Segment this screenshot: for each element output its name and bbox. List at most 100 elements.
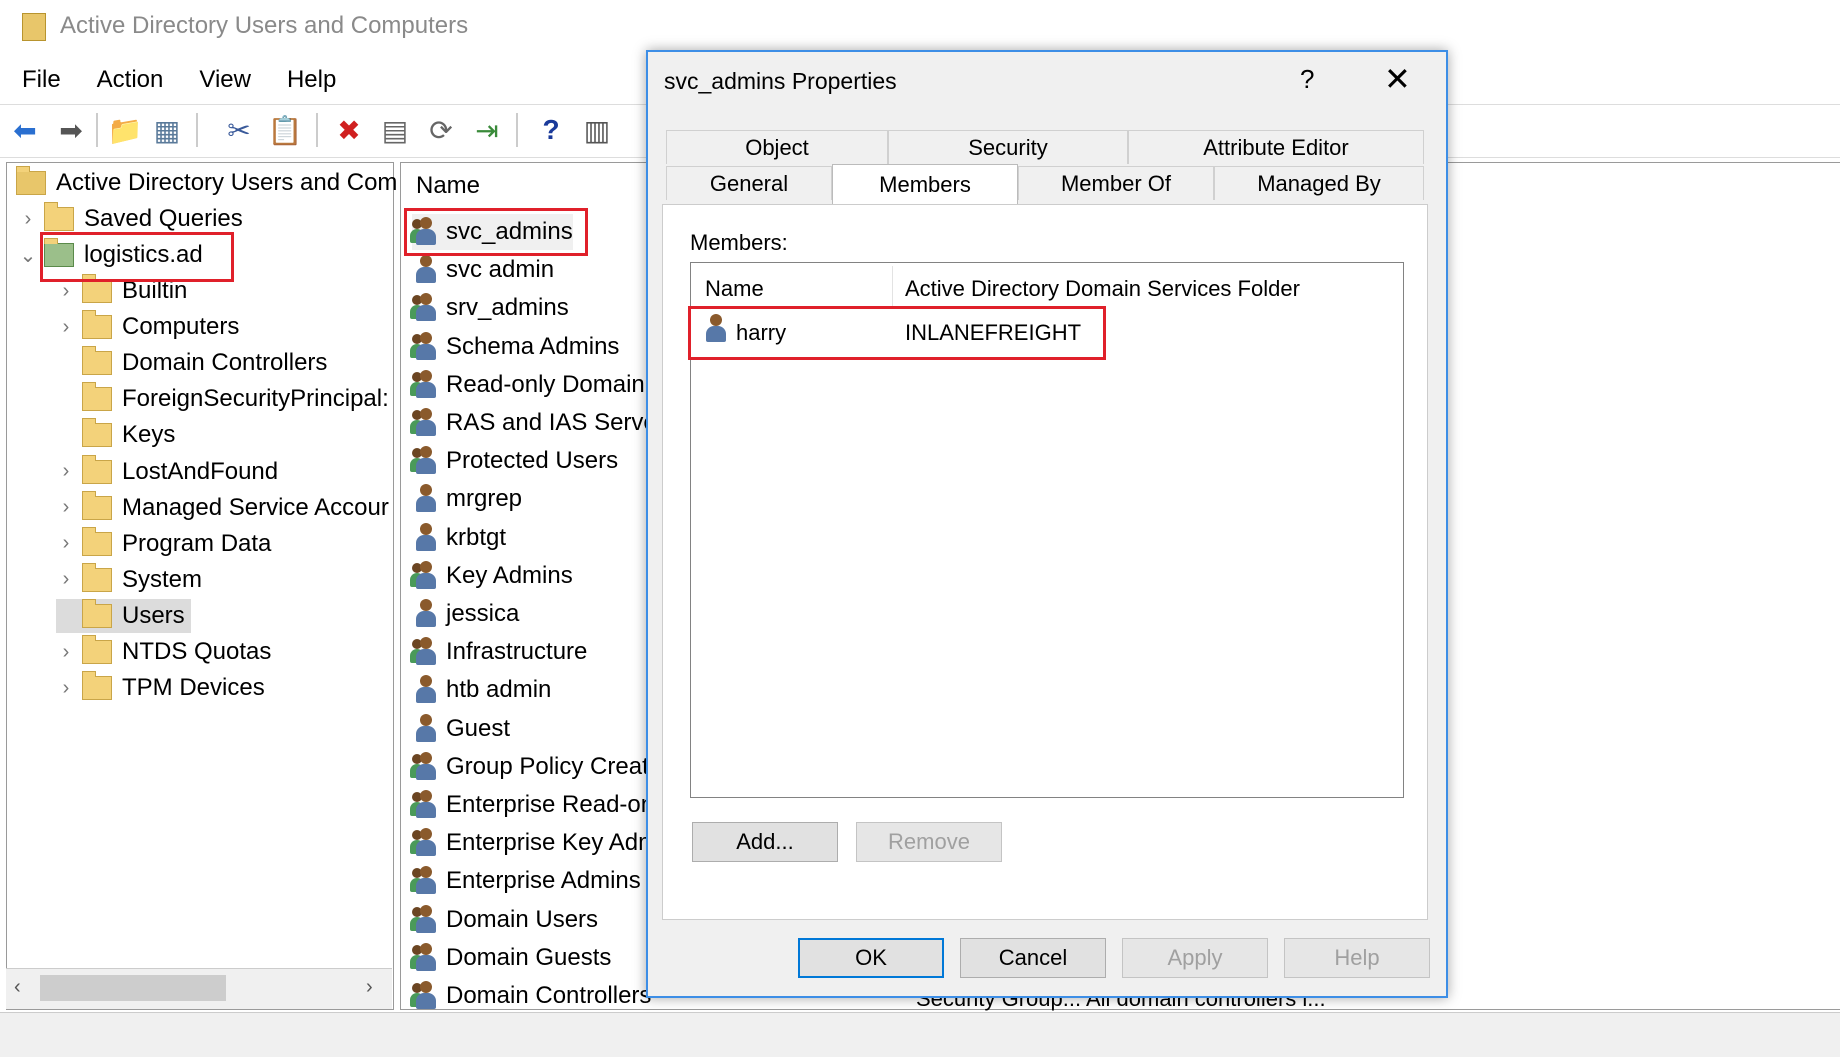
list-item-label: Enterprise Read-on: [446, 791, 655, 818]
list-item[interactable]: mrgrep: [412, 481, 522, 517]
list-item[interactable]: Enterprise Key Adm: [410, 825, 658, 861]
tab-members[interactable]: Members: [832, 164, 1018, 204]
list-item[interactable]: Group Policy Creat: [410, 749, 649, 785]
domain-icon: [44, 238, 74, 267]
scrollbar-thumb[interactable]: [40, 975, 226, 1001]
tab-member-of[interactable]: Member Of: [1018, 166, 1214, 200]
list-item[interactable]: Domain Controllers: [410, 978, 651, 1014]
column-header-name[interactable]: Name: [705, 276, 764, 302]
collapse-arrow-icon[interactable]: ⌄: [18, 243, 38, 268]
apply-button[interactable]: Apply: [1122, 938, 1268, 978]
add-button[interactable]: Add...: [692, 822, 838, 862]
tree-item-domain[interactable]: ⌄ logistics.ad: [18, 238, 203, 272]
list-item[interactable]: Read-only Domain: [410, 367, 645, 403]
group-icon: [410, 981, 440, 1011]
list-item-label: RAS and IAS Server: [446, 409, 665, 436]
list-item[interactable]: Enterprise Read-on: [410, 787, 655, 823]
tab-general[interactable]: General: [666, 166, 832, 200]
folder-icon: [82, 346, 112, 376]
export-icon[interactable]: ⇥: [472, 113, 502, 147]
up-folder-icon[interactable]: 📁: [108, 113, 143, 147]
tab-managed-by[interactable]: Managed By: [1214, 166, 1424, 200]
menu-action[interactable]: Action: [83, 62, 178, 98]
list-item[interactable]: Domain Users: [410, 902, 598, 938]
tree-item[interactable]: Domain Controllers: [56, 346, 327, 380]
user-icon: [412, 713, 440, 744]
member-folder[interactable]: INLANEFREIGHT: [905, 320, 1081, 346]
tab-attribute-editor[interactable]: Attribute Editor: [1128, 130, 1424, 164]
expand-arrow-icon[interactable]: ›: [56, 532, 76, 555]
tab-security[interactable]: Security: [888, 130, 1128, 164]
list-item[interactable]: jessica: [412, 596, 519, 632]
tree-item[interactable]: › Computers: [56, 310, 239, 344]
tree-item[interactable]: › Program Data: [56, 526, 271, 561]
user-icon: [412, 255, 440, 285]
list-item[interactable]: Key Admins: [410, 558, 573, 594]
expand-arrow-icon[interactable]: ›: [18, 208, 38, 231]
tree-item-label: Domain Controllers: [122, 349, 328, 377]
column-divider[interactable]: [892, 266, 893, 306]
expand-arrow-icon[interactable]: ›: [56, 316, 76, 339]
tree-item[interactable]: › Builtin: [56, 274, 187, 308]
list-item[interactable]: Schema Admins: [410, 329, 619, 365]
back-icon[interactable]: ⬅: [10, 113, 40, 147]
group-icon: [410, 331, 440, 362]
tree-item[interactable]: ForeignSecurityPrincipal:: [56, 382, 389, 416]
properties-icon[interactable]: ▤: [380, 113, 410, 147]
menu-file[interactable]: File: [8, 62, 75, 98]
expand-arrow-icon[interactable]: ›: [56, 568, 76, 591]
tree-item[interactable]: › TPM Devices: [56, 671, 265, 705]
expand-arrow-icon[interactable]: ›: [56, 460, 76, 483]
forward-icon[interactable]: ➡: [56, 113, 86, 147]
show-hide-tree-icon[interactable]: ▦: [152, 113, 182, 147]
tree-item[interactable]: Users: [56, 598, 191, 633]
list-item[interactable]: krbtgt: [412, 520, 506, 556]
list-item-label: Infrastructure: [446, 638, 588, 666]
cancel-button[interactable]: Cancel: [960, 938, 1106, 978]
list-item[interactable]: srv_admins: [410, 290, 569, 326]
scroll-left-icon[interactable]: ‹: [14, 976, 21, 999]
help-button[interactable]: Help: [1284, 938, 1430, 978]
tree-item[interactable]: › LostAndFound: [56, 454, 278, 489]
cut-icon[interactable]: ✂: [224, 113, 254, 147]
tree-item-saved-queries[interactable]: › Saved Queries: [18, 202, 243, 236]
ok-button[interactable]: OK: [798, 938, 944, 978]
list-item-label: htb admin: [446, 676, 552, 704]
paste-icon[interactable]: 📋: [268, 113, 303, 147]
list-header-name[interactable]: Name: [416, 172, 480, 200]
mmc-icon[interactable]: ▥: [582, 113, 612, 147]
menu-help[interactable]: Help: [273, 62, 350, 98]
menu-view[interactable]: View: [185, 62, 265, 98]
list-item[interactable]: Protected Users: [410, 443, 618, 479]
tree-item[interactable]: › NTDS Quotas: [56, 635, 271, 669]
list-item[interactable]: svc_admins: [410, 214, 573, 250]
help-icon[interactable]: ?: [536, 113, 566, 147]
list-item[interactable]: htb admin: [412, 672, 551, 708]
tree-item[interactable]: › System: [56, 562, 202, 597]
remove-button[interactable]: Remove: [856, 822, 1002, 862]
list-item[interactable]: Guest: [412, 711, 510, 747]
status-bar: [0, 1012, 1840, 1057]
close-icon[interactable]: ✕: [1384, 60, 1411, 98]
scroll-right-icon[interactable]: ›: [366, 976, 373, 999]
list-item[interactable]: Enterprise Admins: [410, 863, 641, 899]
expand-arrow-icon[interactable]: ›: [56, 496, 76, 519]
folder-icon: [82, 635, 112, 664]
tree-item[interactable]: › Managed Service Accour: [56, 490, 389, 525]
expand-arrow-icon[interactable]: ›: [56, 677, 76, 700]
column-header-folder[interactable]: Active Directory Domain Services Folder: [905, 276, 1300, 302]
dialog-help-icon[interactable]: ?: [1300, 64, 1314, 95]
delete-icon[interactable]: ✖: [334, 113, 364, 147]
list-item[interactable]: Infrastructure: [410, 634, 588, 670]
tree-root[interactable]: Active Directory Users and Com: [16, 166, 397, 200]
list-item[interactable]: RAS and IAS Server: [410, 405, 665, 441]
member-name[interactable]: harry: [736, 320, 786, 346]
tab-object[interactable]: Object: [666, 130, 888, 164]
tree-item[interactable]: Keys: [56, 418, 175, 452]
refresh-icon[interactable]: ⟳: [426, 113, 456, 147]
group-icon: [410, 828, 440, 858]
list-item[interactable]: svc admin: [412, 252, 554, 288]
expand-arrow-icon[interactable]: ›: [56, 641, 76, 664]
list-item[interactable]: Domain Guests: [410, 940, 611, 976]
expand-arrow-icon[interactable]: ›: [56, 280, 76, 303]
